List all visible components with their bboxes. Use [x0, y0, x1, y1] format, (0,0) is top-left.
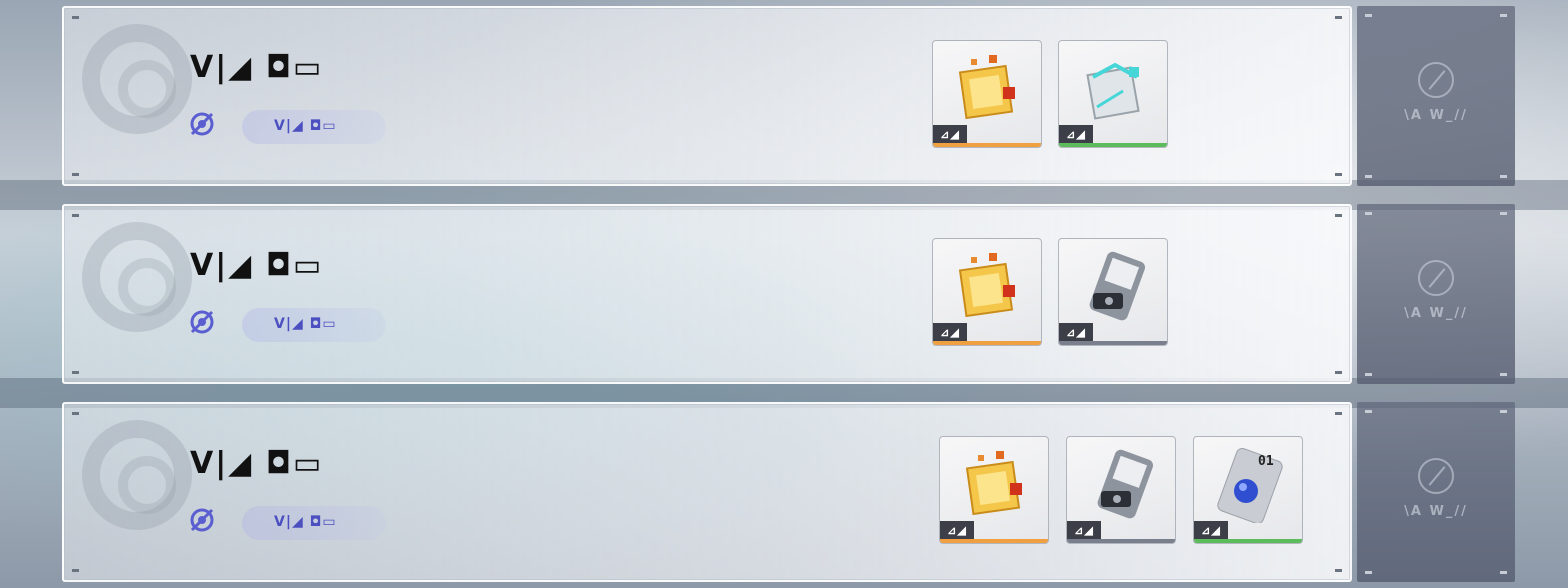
corner-mark [1335, 412, 1342, 415]
corner-mark [1365, 571, 1372, 574]
reward-item-teal-cube[interactable]: ⊿◢ [1058, 40, 1168, 148]
side-label: \A W_// [1404, 504, 1468, 519]
target-icon [190, 310, 214, 334]
reward-item-device-card[interactable]: ⊿◢ [1058, 238, 1168, 346]
reward-row-3[interactable]: V|◢ ◘▭ V|◢ ◘▭ ⊿◢ ⊿◢ 01 ⊿◢ [62, 402, 1352, 582]
corner-mark [1365, 14, 1372, 17]
target-icon [190, 508, 214, 532]
unavailable-icon [1418, 458, 1454, 494]
corner-mark [1365, 410, 1372, 413]
corner-mark [1365, 373, 1372, 376]
rarity-bar [1067, 539, 1175, 543]
corner-mark [1335, 214, 1342, 217]
rarity-bar [940, 539, 1048, 543]
corner-mark [72, 16, 79, 19]
background-emblem-icon [82, 420, 192, 530]
corner-mark [72, 569, 79, 572]
row-title: V|◢ ◘▭ [190, 50, 324, 85]
row-title: V|◢ ◘▭ [190, 446, 324, 481]
reward-row-2[interactable]: V|◢ ◘▭ V|◢ ◘▭ ⊿◢ ⊿◢ [62, 204, 1352, 384]
corner-mark [1335, 16, 1342, 19]
golden-cube-icon [965, 451, 1022, 516]
reward-item-golden-cube[interactable]: ⊿◢ [932, 238, 1042, 346]
corner-mark [1365, 212, 1372, 215]
side-label: \A W_// [1404, 108, 1468, 123]
target-icon [190, 112, 214, 136]
device-card-icon [1097, 449, 1154, 519]
rarity-badge: ⊿◢ [933, 125, 967, 143]
rarity-bar [933, 341, 1041, 345]
chip-number: 01 [1258, 454, 1274, 469]
rarity-bar [1194, 539, 1302, 543]
teal-cube-icon [1086, 62, 1140, 120]
rarity-badge: ⊿◢ [940, 521, 974, 539]
side-status-panel-1[interactable]: \A W_// [1357, 6, 1515, 186]
rarity-bar [933, 143, 1041, 147]
rarity-badge: ⊿◢ [933, 323, 967, 341]
corner-mark [1500, 410, 1507, 413]
rarity-badge: ⊿◢ [1059, 323, 1093, 341]
corner-mark [72, 371, 79, 374]
reward-item-golden-cube[interactable]: ⊿◢ [932, 40, 1042, 148]
reward-item-blue-chip[interactable]: 01 ⊿◢ [1193, 436, 1303, 544]
unavailable-icon [1418, 260, 1454, 296]
side-status-panel-3[interactable]: \A W_// [1357, 402, 1515, 582]
side-status-panel-2[interactable]: \A W_// [1357, 204, 1515, 384]
background-emblem-icon [82, 24, 192, 134]
rarity-bar [1059, 341, 1167, 345]
rarity-bar [1059, 143, 1167, 147]
corner-mark [1500, 212, 1507, 215]
corner-mark [1335, 173, 1342, 176]
device-card-icon [1089, 251, 1146, 321]
corner-mark [1500, 373, 1507, 376]
sub-label: V|◢ ◘▭ [274, 118, 337, 134]
corner-mark [1335, 569, 1342, 572]
rarity-badge: ⊿◢ [1194, 521, 1228, 539]
rarity-badge: ⊿◢ [1067, 521, 1101, 539]
corner-mark [1335, 371, 1342, 374]
reward-item-golden-cube[interactable]: ⊿◢ [939, 436, 1049, 544]
sub-label: V|◢ ◘▭ [274, 514, 337, 530]
row-title: V|◢ ◘▭ [190, 248, 324, 283]
corner-mark [1500, 571, 1507, 574]
sub-label: V|◢ ◘▭ [274, 316, 337, 332]
golden-cube-icon [958, 55, 1015, 120]
rarity-badge: ⊿◢ [1059, 125, 1093, 143]
background-emblem-icon [82, 222, 192, 332]
golden-cube-icon [958, 253, 1015, 318]
corner-mark [1365, 175, 1372, 178]
reward-row-1[interactable]: V|◢ ◘▭ V|◢ ◘▭ ⊿◢ ⊿◢ [62, 6, 1352, 186]
corner-mark [72, 214, 79, 217]
corner-mark [1500, 14, 1507, 17]
reward-item-device-card[interactable]: ⊿◢ [1066, 436, 1176, 544]
corner-mark [72, 412, 79, 415]
blue-button-chip-icon: 01 [1217, 447, 1283, 523]
corner-mark [1500, 175, 1507, 178]
corner-mark [72, 173, 79, 176]
side-label: \A W_// [1404, 306, 1468, 321]
unavailable-icon [1418, 62, 1454, 98]
